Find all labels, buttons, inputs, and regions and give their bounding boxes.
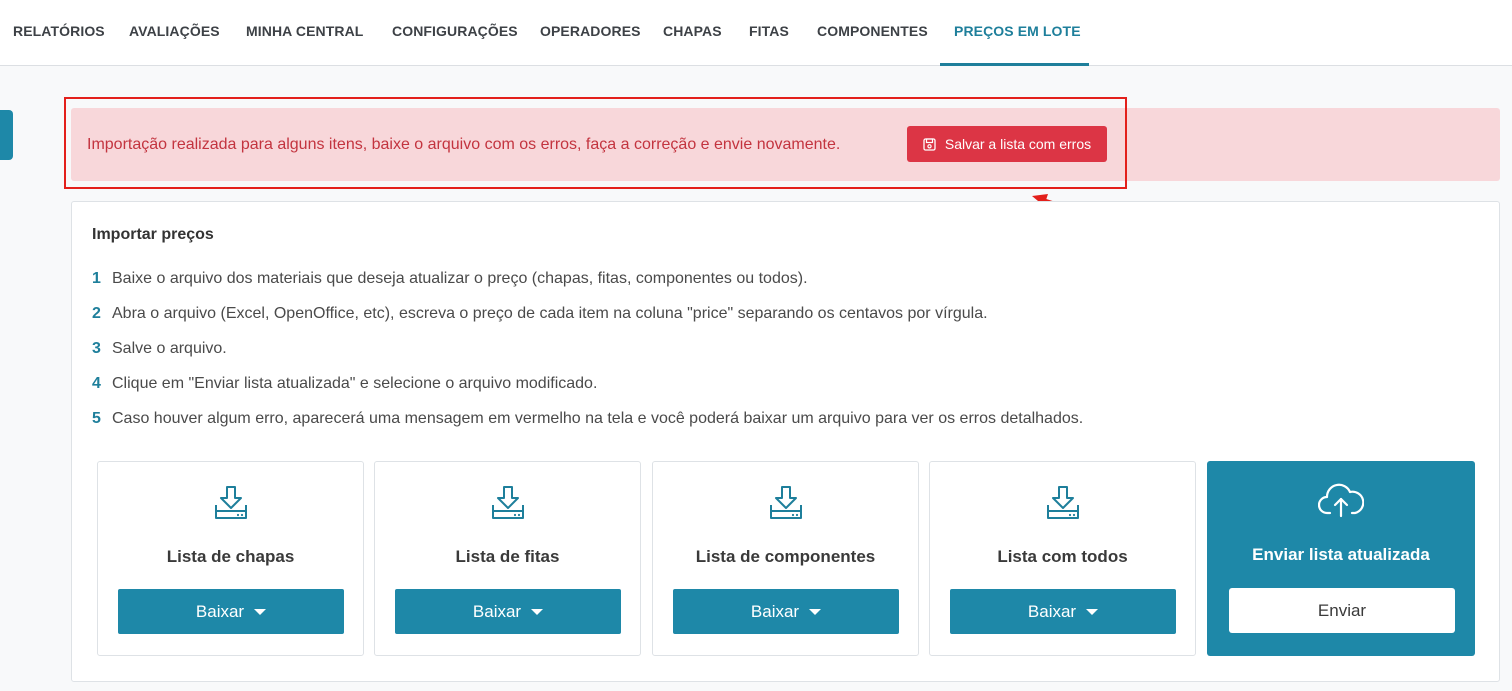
step-item: 2 Abra o arquivo (Excel, OpenOffice, etc)… — [92, 305, 1083, 340]
step-text: Clique em "Enviar lista atualizada" e se… — [112, 375, 598, 392]
upload-card-title: Enviar lista atualizada — [1252, 545, 1430, 564]
download-tray-icon — [767, 484, 805, 527]
download-tray-icon — [1044, 484, 1082, 527]
upload-card: Enviar lista atualizada Enviar — [1207, 461, 1475, 656]
tab-componentes[interactable]: COMPONENTES — [817, 0, 928, 66]
top-nav: RELATÓRIOS AVALIAÇÕES MINHA CENTRAL CONF… — [0, 0, 1512, 66]
step-item: 4 Clique em "Enviar lista atualizada" e s… — [92, 375, 1083, 410]
step-text: Baixe o arquivo dos materiais que deseja… — [112, 270, 808, 287]
download-button-label: Baixar — [472, 601, 522, 621]
download-button-label: Baixar — [195, 601, 245, 621]
step-number: 3 — [92, 340, 101, 357]
download-card-title: Lista de fitas — [455, 547, 560, 566]
tab-configuracoes[interactable]: CONFIGURAÇÕES — [392, 0, 518, 66]
step-item: 3 Salve o arquivo. — [92, 340, 1083, 375]
steps-list: 1 Baixe o arquivo dos materiais que desej… — [92, 270, 1083, 445]
caret-down-icon — [809, 608, 822, 615]
step-text: Salve o arquivo. — [112, 340, 227, 357]
download-tray-icon — [212, 484, 250, 527]
step-number: 5 — [92, 410, 101, 427]
download-card-title: Lista de chapas — [166, 547, 295, 566]
download-button-label: Baixar — [750, 601, 800, 621]
step-text: Abra o arquivo (Excel, OpenOffice, etc),… — [112, 305, 988, 322]
download-card-title: Lista com todos — [997, 547, 1128, 566]
download-card-chapas: Lista de chapas Baixar — [97, 461, 364, 656]
tab-operadores[interactable]: OPERADORES — [540, 0, 641, 66]
alert-message: Importação realizada para alguns itens, … — [87, 136, 841, 153]
save-error-list-label: Salvar a lista com erros — [944, 136, 1092, 152]
download-tray-icon — [489, 484, 527, 527]
error-alert: Importação realizada para alguns itens, … — [71, 108, 1500, 181]
caret-down-icon — [1086, 608, 1099, 615]
step-text: Caso houver algum erro, aparecerá uma me… — [112, 410, 1084, 427]
download-card-fitas: Lista de fitas Baixar — [374, 461, 641, 656]
tab-chapas[interactable]: CHAPAS — [663, 0, 722, 66]
step-number: 4 — [92, 375, 101, 392]
card-title: Importar preços — [92, 226, 214, 243]
step-item: 5 Caso houver algum erro, aparecerá uma m… — [92, 410, 1083, 445]
import-prices-card: Importar preços 1 Baixe o arquivo dos mat… — [71, 201, 1500, 682]
download-card-componentes: Lista de componentes Baixar — [652, 461, 919, 656]
sidebar-toggle-handle[interactable] — [0, 110, 13, 160]
save-error-list-button[interactable]: Salvar a lista com erros — [907, 126, 1107, 162]
cloud-upload-icon — [1317, 483, 1365, 524]
download-button-label: Baixar — [1027, 601, 1077, 621]
tab-minha-central[interactable]: MINHA CENTRAL — [246, 0, 363, 66]
download-card-todos: Lista com todos Baixar — [929, 461, 1196, 656]
caret-down-icon — [254, 608, 267, 615]
download-card-title: Lista de componentes — [695, 547, 876, 566]
step-item: 1 Baixe o arquivo dos materiais que desej… — [92, 270, 1083, 305]
step-number: 1 — [92, 270, 101, 287]
send-button[interactable]: Enviar — [1229, 588, 1455, 633]
download-fitas-button[interactable]: Baixar — [395, 589, 621, 634]
tab-avaliacoes[interactable]: AVALIAÇÕES — [129, 0, 220, 66]
tab-relatorios[interactable]: RELATÓRIOS — [13, 0, 105, 66]
download-todos-button[interactable]: Baixar — [950, 589, 1176, 634]
caret-down-icon — [531, 608, 544, 615]
save-icon — [923, 137, 936, 151]
tab-fitas[interactable]: FITAS — [749, 0, 789, 66]
download-chapas-button[interactable]: Baixar — [118, 589, 344, 634]
tab-precos-em-lote[interactable]: PREÇOS EM LOTE — [940, 0, 1089, 66]
step-number: 2 — [92, 305, 101, 322]
download-componentes-button[interactable]: Baixar — [673, 589, 899, 634]
